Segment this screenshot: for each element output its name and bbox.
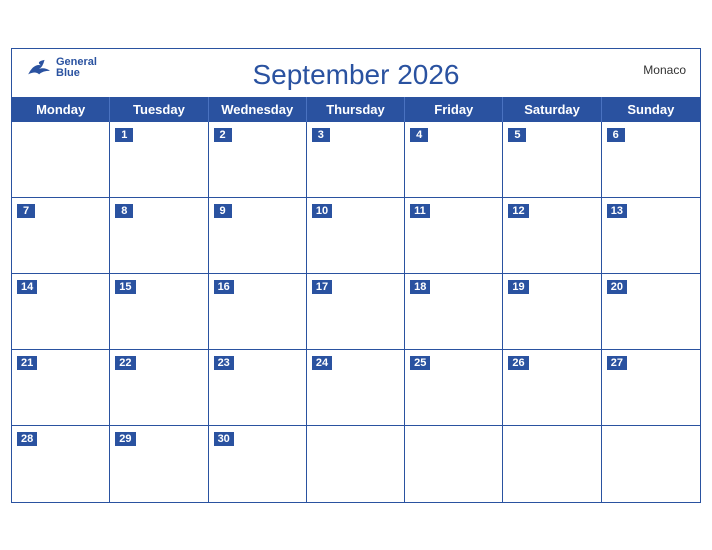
day-cell: 11 bbox=[405, 198, 503, 274]
day-number: 28 bbox=[17, 432, 37, 446]
day-header-monday: Monday bbox=[12, 97, 110, 122]
day-cell: 5 bbox=[503, 122, 601, 198]
day-number: 2 bbox=[214, 128, 232, 142]
day-cell: 14 bbox=[12, 274, 110, 350]
day-cell: 22 bbox=[110, 350, 208, 426]
day-cell: 1 bbox=[110, 122, 208, 198]
day-number: 11 bbox=[410, 204, 430, 218]
day-number: 3 bbox=[312, 128, 330, 142]
day-cell: 18 bbox=[405, 274, 503, 350]
country-label: Monaco bbox=[643, 63, 686, 77]
day-number: 30 bbox=[214, 432, 234, 446]
day-number: 25 bbox=[410, 356, 430, 370]
day-number: 26 bbox=[508, 356, 528, 370]
month-title: September 2026 bbox=[28, 59, 684, 91]
day-cell bbox=[602, 426, 700, 502]
day-number: 19 bbox=[508, 280, 528, 294]
day-cell: 4 bbox=[405, 122, 503, 198]
day-number: 12 bbox=[508, 204, 528, 218]
calendar: General Blue September 2026 Monaco Monda… bbox=[11, 48, 701, 503]
day-cell: 26 bbox=[503, 350, 601, 426]
day-number: 20 bbox=[607, 280, 627, 294]
logo-blue: Blue bbox=[56, 68, 97, 79]
calendar-grid: 1234567891011121314151617181920212223242… bbox=[12, 122, 700, 502]
day-cell: 28 bbox=[12, 426, 110, 502]
day-number: 23 bbox=[214, 356, 234, 370]
day-number: 18 bbox=[410, 280, 430, 294]
day-cell: 25 bbox=[405, 350, 503, 426]
day-cell: 17 bbox=[307, 274, 405, 350]
day-number: 14 bbox=[17, 280, 37, 294]
day-cell: 16 bbox=[209, 274, 307, 350]
day-header-tuesday: Tuesday bbox=[110, 97, 208, 122]
day-cell: 19 bbox=[503, 274, 601, 350]
day-number: 6 bbox=[607, 128, 625, 142]
day-cell: 12 bbox=[503, 198, 601, 274]
day-number: 13 bbox=[607, 204, 627, 218]
day-number: 15 bbox=[115, 280, 135, 294]
day-header-saturday: Saturday bbox=[503, 97, 601, 122]
day-number: 5 bbox=[508, 128, 526, 142]
logo-area: General Blue bbox=[26, 57, 97, 79]
day-number: 7 bbox=[17, 204, 35, 218]
day-number: 10 bbox=[312, 204, 332, 218]
day-number: 4 bbox=[410, 128, 428, 142]
day-cell bbox=[405, 426, 503, 502]
day-cell: 6 bbox=[602, 122, 700, 198]
day-number: 9 bbox=[214, 204, 232, 218]
logo-bird-icon bbox=[26, 58, 54, 78]
day-cell: 24 bbox=[307, 350, 405, 426]
logo-general: General bbox=[56, 57, 97, 68]
day-cell: 13 bbox=[602, 198, 700, 274]
day-number: 8 bbox=[115, 204, 133, 218]
day-number: 21 bbox=[17, 356, 37, 370]
day-cell: 30 bbox=[209, 426, 307, 502]
day-cell: 29 bbox=[110, 426, 208, 502]
day-cell: 21 bbox=[12, 350, 110, 426]
day-cell: 23 bbox=[209, 350, 307, 426]
day-header-thursday: Thursday bbox=[307, 97, 405, 122]
day-cell: 27 bbox=[602, 350, 700, 426]
day-cell: 20 bbox=[602, 274, 700, 350]
day-headers: Monday Tuesday Wednesday Thursday Friday… bbox=[12, 97, 700, 122]
day-header-wednesday: Wednesday bbox=[209, 97, 307, 122]
day-header-sunday: Sunday bbox=[602, 97, 700, 122]
day-number: 27 bbox=[607, 356, 627, 370]
day-number: 1 bbox=[115, 128, 133, 142]
day-cell: 7 bbox=[12, 198, 110, 274]
day-number: 29 bbox=[115, 432, 135, 446]
calendar-header: General Blue September 2026 Monaco bbox=[12, 49, 700, 97]
day-cell: 3 bbox=[307, 122, 405, 198]
day-cell bbox=[12, 122, 110, 198]
day-cell: 2 bbox=[209, 122, 307, 198]
day-number: 24 bbox=[312, 356, 332, 370]
day-cell: 8 bbox=[110, 198, 208, 274]
day-cell: 9 bbox=[209, 198, 307, 274]
day-number: 16 bbox=[214, 280, 234, 294]
day-cell: 10 bbox=[307, 198, 405, 274]
day-cell bbox=[503, 426, 601, 502]
day-number: 22 bbox=[115, 356, 135, 370]
day-cell bbox=[307, 426, 405, 502]
day-cell: 15 bbox=[110, 274, 208, 350]
day-number: 17 bbox=[312, 280, 332, 294]
day-header-friday: Friday bbox=[405, 97, 503, 122]
